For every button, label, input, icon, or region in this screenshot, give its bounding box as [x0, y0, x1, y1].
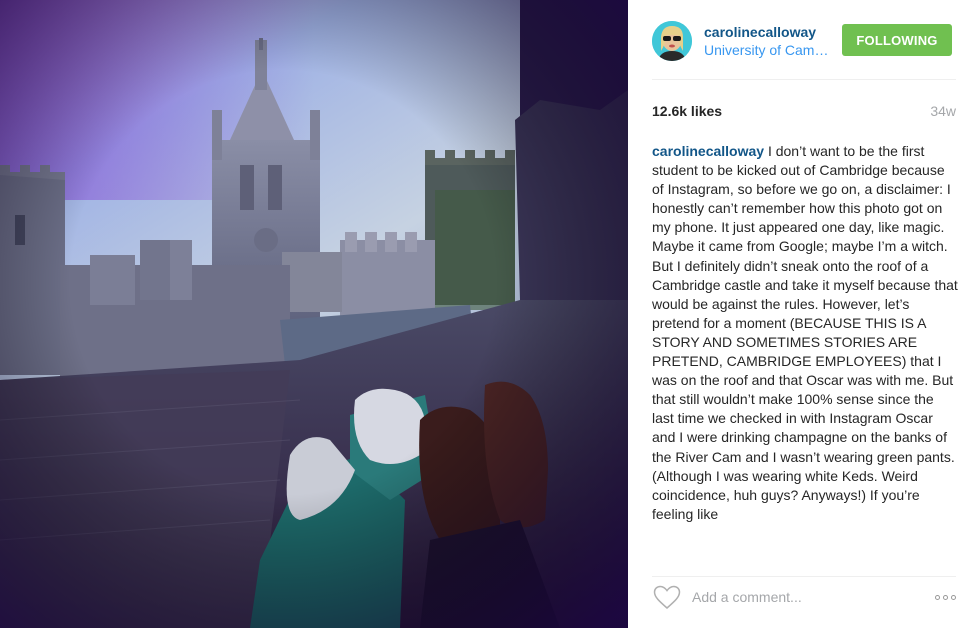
following-button[interactable]: FOLLOWING — [842, 24, 952, 56]
instagram-post: carolinecalloway University of Cambridge… — [0, 0, 980, 628]
comment-input[interactable] — [692, 589, 928, 605]
avatar[interactable] — [652, 21, 692, 61]
more-options-icon[interactable] — [928, 587, 956, 607]
post-sidebar: carolinecalloway University of Cambridge… — [628, 0, 980, 628]
heart-outline-icon[interactable] — [652, 583, 682, 611]
post-age[interactable]: 34w — [930, 103, 956, 119]
post-author: carolinecalloway University of Cambridge — [704, 23, 829, 59]
post-photo[interactable] — [0, 0, 628, 628]
dot-icon — [943, 594, 948, 600]
comment-bar — [652, 582, 956, 612]
header-divider — [652, 79, 956, 80]
username-link[interactable]: carolinecalloway — [704, 23, 829, 41]
post-header: carolinecalloway University of Cambridge… — [652, 18, 956, 64]
caption-text: I don’t want to be the first student to … — [652, 143, 958, 522]
post-stats: 12.6k likes 34w — [652, 101, 956, 121]
dot-icon — [935, 594, 940, 600]
post-caption: carolinecalloway I don’t want to be the … — [652, 142, 958, 556]
comments-divider — [652, 576, 956, 577]
likes-count[interactable]: 12.6k likes — [652, 103, 722, 119]
location-link[interactable]: University of Cambridge — [704, 41, 829, 59]
caption-username-link[interactable]: carolinecalloway — [652, 143, 764, 159]
dot-icon — [951, 594, 956, 600]
